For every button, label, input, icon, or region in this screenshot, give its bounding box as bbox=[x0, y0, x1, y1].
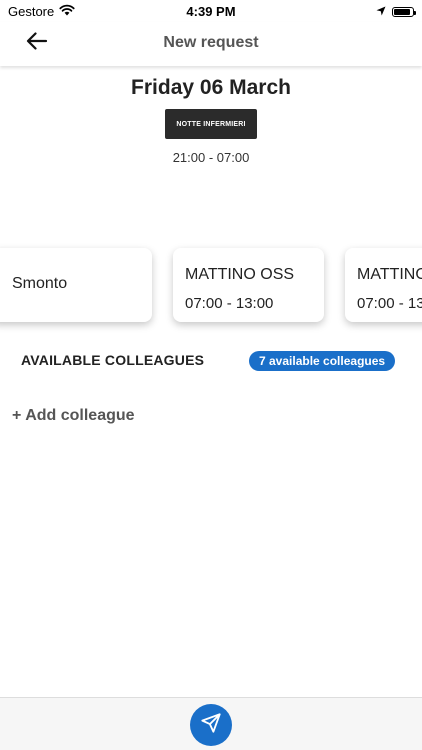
shift-card-time: 07:00 - 13:00 bbox=[357, 295, 422, 312]
send-button[interactable] bbox=[190, 704, 232, 746]
shift-card-time: 07:00 - 13:00 bbox=[185, 295, 274, 312]
shift-card-smonto[interactable]: Smonto bbox=[0, 248, 152, 322]
shift-card-name: MATTINO OSS bbox=[185, 266, 295, 283]
status-right-group bbox=[376, 4, 416, 19]
shift-card-name: MATTINO bbox=[357, 266, 422, 283]
shift-card-name: Smonto bbox=[12, 275, 68, 292]
available-colleagues-badge[interactable]: 7 available colleagues bbox=[249, 351, 396, 371]
shift-card-mattino-oss[interactable]: MATTINO OSS 07:00 - 13:00 bbox=[173, 248, 324, 322]
battery-icon bbox=[392, 6, 416, 17]
send-icon bbox=[200, 712, 222, 739]
navigation-bar: New request bbox=[0, 22, 422, 66]
location-arrow-icon bbox=[376, 4, 386, 19]
add-colleague-button[interactable]: + Add colleague bbox=[12, 407, 135, 425]
current-shift-time: 21:00 - 07:00 bbox=[172, 150, 250, 165]
shift-card-mattino[interactable]: MATTINO 07:00 - 13:00 bbox=[345, 248, 422, 322]
new-request-screen: Gestore 4:39 PM New request Friday 06 Ma… bbox=[0, 0, 422, 750]
shift-carousel[interactable]: Smonto MATTINO OSS 07:00 - 13:00 MATTINO… bbox=[0, 240, 422, 335]
status-bar: Gestore 4:39 PM bbox=[0, 0, 422, 22]
page-title: New request bbox=[163, 34, 259, 51]
bottom-bar bbox=[0, 697, 422, 750]
day-title: Friday 06 March bbox=[131, 76, 291, 99]
available-colleagues-heading: AVAILABLE COLLEAGUES bbox=[21, 352, 205, 368]
status-time: 4:39 PM bbox=[186, 4, 236, 19]
current-shift-tag: NOTTE INFERMIERI bbox=[165, 109, 257, 139]
battery-fill bbox=[394, 8, 411, 15]
